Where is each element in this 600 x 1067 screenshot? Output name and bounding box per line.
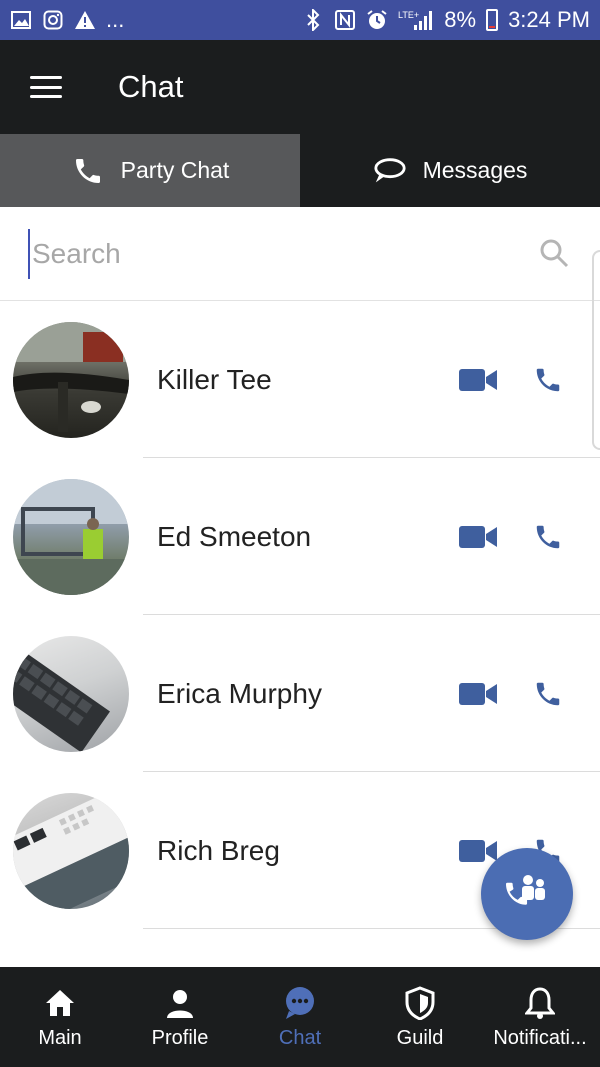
bluetooth-icon: [302, 9, 324, 31]
person-icon: [162, 985, 198, 1021]
nav-item-profile[interactable]: Profile: [120, 967, 240, 1067]
nav-label-notifications: Notificati...: [493, 1026, 587, 1049]
tab-party-chat[interactable]: Party Chat: [0, 134, 300, 207]
avatar: [13, 635, 129, 752]
search-input[interactable]: [28, 228, 508, 279]
avatar: [13, 478, 129, 595]
contact-actions: [458, 521, 568, 553]
nav-label-chat: Chat: [278, 1026, 322, 1049]
group-call-button[interactable]: [481, 848, 573, 940]
contact-name: Erica Murphy: [157, 677, 322, 709]
tab-party-chat-label: Party Chat: [120, 157, 230, 183]
menu-icon[interactable]: [30, 76, 62, 98]
video-call-icon[interactable]: [458, 678, 498, 710]
phone-icon[interactable]: [528, 678, 568, 710]
battery-icon: [486, 9, 499, 31]
phone-icon: [71, 154, 105, 188]
tab-messages[interactable]: Messages: [300, 134, 600, 207]
video-call-icon[interactable]: [458, 364, 498, 396]
svg-text:LTE+: LTE+: [398, 10, 419, 20]
status-bar-right: LTE+ 8% 3:24 PM: [302, 7, 590, 33]
speech-bubble-icon: [373, 154, 407, 188]
contact-name: Rich Breg: [157, 834, 280, 866]
list-item[interactable]: Killer Tee: [0, 301, 600, 458]
video-call-icon[interactable]: [458, 521, 498, 553]
nav-item-main[interactable]: Main: [0, 967, 120, 1067]
lte-signal-icon: LTE+: [398, 9, 434, 31]
instagram-icon: [42, 9, 64, 31]
nav-label-guild: Guild: [396, 1026, 444, 1049]
tab-messages-label: Messages: [422, 157, 528, 183]
chat-bubble-icon: [282, 985, 318, 1021]
status-bar-left: ...: [10, 7, 124, 33]
alarm-icon: [366, 9, 388, 31]
search-bar: [0, 207, 600, 301]
avatar: [13, 321, 129, 438]
battery-percent: 8%: [444, 7, 477, 32]
search-icon[interactable]: [538, 237, 570, 269]
contact-name: Killer Tee: [157, 363, 272, 395]
nav-item-chat[interactable]: Chat: [240, 967, 360, 1067]
nav-label-main: Main: [38, 1026, 82, 1049]
shield-icon: [402, 985, 438, 1021]
bottom-nav: Main Profile Chat Guild Notificati...: [0, 967, 600, 1067]
contact-list: Killer Tee Ed Smeeton Erica Murphy Rich …: [0, 301, 600, 929]
contact-actions: [458, 678, 568, 710]
status-more: ...: [106, 7, 125, 32]
warning-icon: [74, 9, 96, 31]
bell-icon: [522, 985, 558, 1021]
nav-item-notifications[interactable]: Notificati...: [480, 967, 600, 1067]
list-item[interactable]: Erica Murphy: [0, 615, 600, 772]
phone-icon[interactable]: [528, 521, 568, 553]
video-call-icon[interactable]: [458, 835, 498, 867]
nav-label-profile: Profile: [151, 1026, 209, 1049]
chat-tabs: Party Chat Messages: [0, 134, 600, 207]
image-icon: [10, 9, 32, 31]
group-call-icon: [504, 872, 550, 917]
contact-name: Ed Smeeton: [157, 520, 312, 552]
app-bar: Chat: [0, 40, 600, 134]
page-title: Chat: [118, 69, 184, 104]
avatar: [13, 792, 129, 909]
list-item[interactable]: Ed Smeeton: [0, 458, 600, 615]
status-bar: ... LTE+ 8% 3:24 PM: [0, 0, 600, 40]
contact-actions: [458, 364, 568, 396]
phone-icon[interactable]: [528, 364, 568, 396]
nav-item-guild[interactable]: Guild: [360, 967, 480, 1067]
home-icon: [42, 985, 78, 1021]
nfc-icon: [334, 9, 356, 31]
status-time: 3:24 PM: [508, 7, 590, 32]
